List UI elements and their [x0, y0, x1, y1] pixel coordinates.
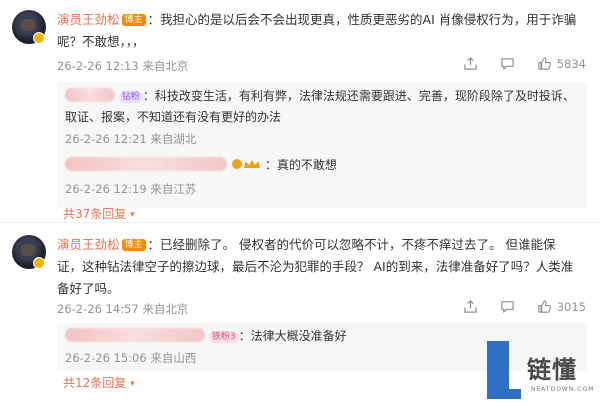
- comment-icon[interactable]: [500, 56, 515, 71]
- reply-body: 钻粉 ：科技改变生活，有利有弊，法律法规还需要跟进、完善，现阶段除了及时投诉、取证…: [65, 86, 575, 128]
- like-count: 5834: [556, 56, 586, 71]
- share-icon[interactable]: [463, 56, 478, 71]
- reply-meta: 26-2-26 12:21 来自湖北: [65, 132, 197, 146]
- author-role-badge: 博主: [121, 14, 146, 26]
- thumbs-up-icon: [538, 300, 551, 313]
- logo-subtext: NEATDOWN.COM: [531, 386, 595, 393]
- comment-item: 演员王劲松 博主 ：我担心的是以后会不会出现更真，性质更恶劣的AI 肖像侵权行为，用…: [0, 0, 600, 222]
- logo-text: 链懂: [527, 356, 577, 384]
- chevron-down-icon: ▾: [130, 379, 135, 389]
- logo-mark: [487, 341, 521, 399]
- thumbs-up-icon: [538, 57, 551, 70]
- reply-item: 钻粉 ：科技改变生活，有利有弊，法律法规还需要跟进、完善，现阶段除了及时投诉、取证…: [57, 82, 587, 147]
- like-button[interactable]: 5834: [537, 56, 586, 71]
- comment-actions: 5834: [463, 56, 586, 71]
- share-icon[interactable]: [463, 299, 478, 314]
- reply-meta: 26-2-26 12:19 来自江苏: [65, 182, 197, 196]
- chevron-down-icon: ▾: [130, 210, 135, 220]
- expand-replies-label: 共12条回复: [63, 376, 127, 390]
- author-role-badge: 博主: [121, 239, 146, 251]
- fan-level-badge: 铁粉3: [208, 331, 239, 343]
- comment-meta: 26-2-26 14:57 来自北京: [57, 302, 189, 316]
- expand-replies-link[interactable]: 共37条回复 ▾: [63, 205, 135, 222]
- crown-icon: [231, 157, 265, 178]
- fan-level-badge: 钻粉: [118, 91, 143, 103]
- reply-author-name[interactable]: [65, 328, 205, 342]
- site-watermark-logo: 链懂 NEATDOWN.COM: [487, 341, 597, 411]
- reply-author-name[interactable]: [65, 88, 115, 102]
- comment-icon[interactable]: [500, 299, 515, 314]
- expand-replies-link[interactable]: 共12条回复 ▾: [63, 374, 135, 391]
- verified-badge-icon: [33, 257, 45, 269]
- comment-meta: 26-2-26 12:13 来自北京: [57, 59, 189, 73]
- comment-actions: 3015: [463, 299, 586, 314]
- reply-author-name[interactable]: [65, 157, 227, 171]
- reply-text: ：真的不敢想: [264, 158, 337, 172]
- reply-body: ：真的不敢想: [65, 155, 575, 178]
- reply-item: ：真的不敢想 26-2-26 12:19 来自江苏: [57, 147, 587, 197]
- like-count: 3015: [556, 299, 586, 314]
- comment-body: 演员王劲松 博主 ：我担心的是以后会不会出现更真，性质更恶劣的AI 肖像侵权行为，用…: [57, 9, 580, 53]
- author-name[interactable]: 演员王劲松: [57, 12, 120, 27]
- author-name[interactable]: 演员王劲松: [57, 237, 120, 252]
- like-button[interactable]: 3015: [537, 299, 586, 314]
- comment-body: 演员王劲松 博主 ：已经删除了。 侵权者的代价可以忽略不计，不疼不痒过去了。 但谁能…: [57, 234, 580, 300]
- reply-text: ：法律大概没准备好: [238, 329, 347, 343]
- expand-replies-label: 共37条回复: [63, 207, 127, 221]
- reply-list: 钻粉 ：科技改变生活，有利有弊，法律法规还需要跟进、完善，现阶段除了及时投诉、取证…: [57, 82, 587, 208]
- verified-badge-icon: [33, 32, 45, 44]
